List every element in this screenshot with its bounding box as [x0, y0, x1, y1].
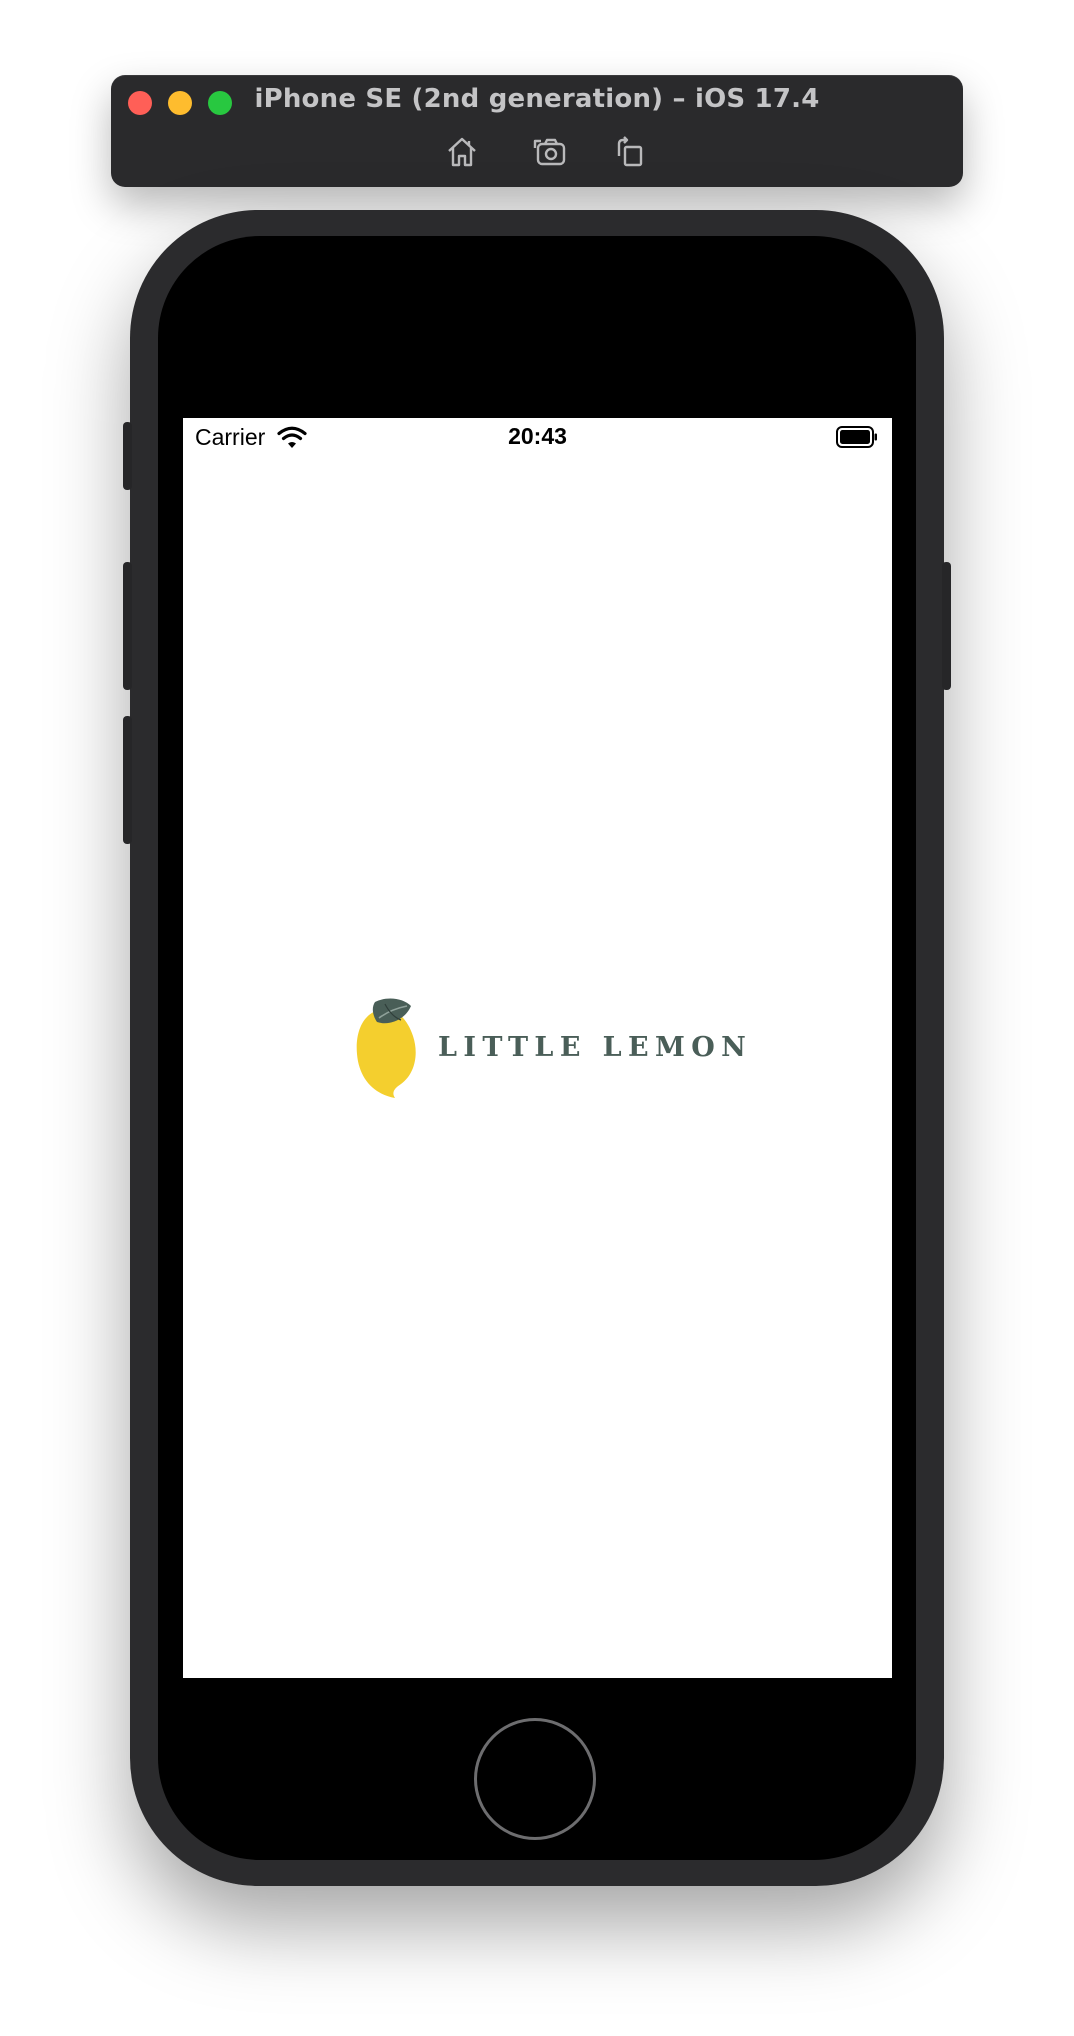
volume-down-button — [123, 716, 132, 844]
screenshot-icon[interactable] — [532, 134, 568, 170]
app-screen[interactable]: Carrier 20:43 LITTLE LEMON — [183, 418, 892, 1678]
volume-up-button — [123, 562, 132, 690]
battery-icon — [836, 426, 878, 448]
home-button[interactable] — [474, 1718, 596, 1840]
little-lemon-logo: LITTLE LEMON — [355, 996, 746, 1100]
lemon-icon — [355, 996, 419, 1100]
logo-text: LITTLE LEMON — [438, 1032, 753, 1063]
simulator-root: iPhone SE (2nd generation) – iOS 17.4 Ca… — [0, 0, 1074, 2036]
rotate-icon[interactable] — [612, 134, 648, 170]
status-time: 20:43 — [508, 423, 567, 449]
power-button — [942, 562, 951, 690]
simulator-title: iPhone SE (2nd generation) – iOS 17.4 — [254, 84, 820, 114]
home-icon[interactable] — [444, 134, 480, 170]
ring-switch — [123, 422, 132, 490]
